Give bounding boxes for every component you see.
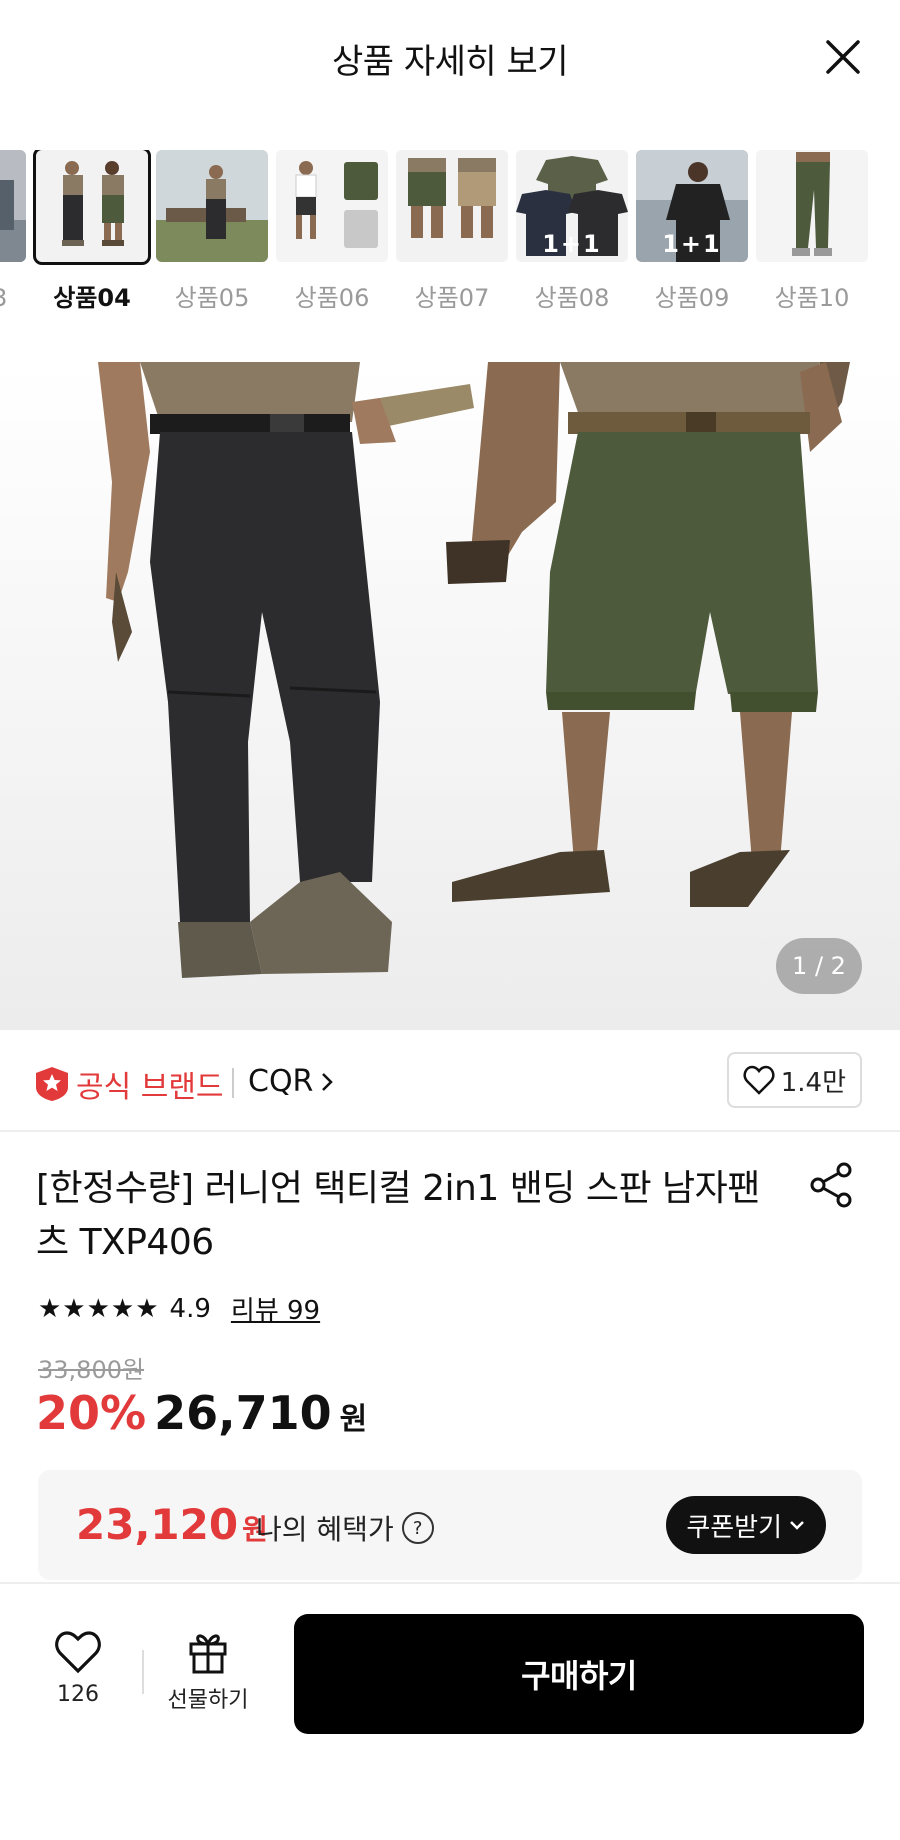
divider [232,1068,234,1098]
benefit-price-value: 23,120 [76,1500,239,1549]
product-thumbnail-image [156,150,268,262]
page-title: 상품 자세히 보기 [331,42,569,82]
price-row: 20% 26,710 원 [36,1386,367,1440]
original-price: 33,800원 [38,1356,145,1384]
thumbnail-strip: 상품03 상품04 상품05 상품06 [0,150,900,320]
benefit-price: 23,120 원 [76,1500,268,1549]
close-icon [826,40,860,74]
product-main-image[interactable]: 1 / 2 [0,362,900,1030]
thumbnail-label[interactable]: 상품10 [756,278,868,313]
product-thumbnail-image [0,150,26,262]
wishlist-count: 1.4만 [780,1067,846,1098]
product-thumbnail-image [756,150,868,262]
thumbnail-item[interactable] [276,150,388,262]
review-link[interactable]: 리뷰 99 [231,1290,320,1327]
bottom-action-bar: 126 선물하기 구매하기 [0,1590,900,1790]
currency-unit: 원 [339,1402,368,1437]
header: 상품 자세히 보기 [0,0,900,120]
product-thumbnail-image [396,150,508,262]
thumbnail-label[interactable]: 상품07 [396,278,508,313]
share-icon [810,1162,852,1208]
divider [0,1582,900,1584]
rating-row: ★★★★★ 4.9 리뷰 99 [38,1290,320,1327]
product-thumbnail-image [36,150,148,262]
image-pager: 1 / 2 [776,938,862,994]
one-plus-one-badge: 1+1 [662,230,722,258]
brand-link[interactable]: CQR [248,1064,335,1099]
help-icon[interactable]: ? [401,1512,434,1544]
thumbnail-label[interactable]: 상품05 [156,278,268,313]
gift-icon [189,1634,227,1674]
star-rating-icon: ★★★★★ [38,1293,160,1324]
discount-rate: 20% [36,1386,147,1440]
brand-row: 공식 브랜드 CQR 1.4만 [0,1030,900,1132]
official-brand-label: 공식 브랜드 [76,1070,224,1105]
thumbnail-label[interactable]: 상품08 [516,278,628,313]
heart-icon [743,1065,775,1095]
thumbnail-item[interactable] [756,150,868,262]
share-button[interactable] [808,1162,854,1208]
divider [142,1650,144,1694]
thumbnail-item[interactable]: 1+1 [516,150,628,262]
benefit-label-text: 나의 혜택가 [256,1513,394,1546]
sale-price: 26,710 [154,1386,332,1440]
benefit-label: 나의 혜택가 ? [256,1508,434,1548]
bottom-wishlist-button[interactable]: 126 [40,1630,116,1707]
thumbnail-item[interactable] [156,150,268,262]
thumbnail-label[interactable]: 상품03 [0,278,26,313]
chevron-right-icon [322,1072,334,1091]
thumbnail-label[interactable]: 상품09 [636,278,748,313]
rating-value: 4.9 [169,1293,211,1324]
product-thumbnail-image [276,150,388,262]
coupon-button[interactable]: 쿠폰받기 [666,1496,826,1554]
thumbnail-label[interactable]: 상품06 [276,278,388,313]
thumbnail-item-active[interactable] [33,150,151,265]
product-title: [한정수량] 러니언 택티컬 2in1 밴딩 스판 남자팬츠 TXP406 [36,1168,760,1263]
thumbnail-label[interactable]: 상품04 [36,278,148,313]
brand-name: CQR [248,1064,314,1099]
thumbnail-item[interactable] [396,150,508,262]
wishlist-button[interactable]: 1.4만 [726,1052,862,1108]
chevron-down-icon [790,1521,804,1530]
thumbnail-item[interactable]: 1+1 [636,150,748,262]
official-brand-badge: 공식 브랜드 [36,1062,224,1106]
bottom-wishlist-count: 126 [57,1682,99,1707]
thumbnail-item[interactable] [0,150,26,262]
product-photo [98,362,850,978]
heart-icon [55,1631,101,1674]
benefit-price-box: 23,120 원 나의 혜택가 ? 쿠폰받기 [38,1470,862,1580]
gift-button[interactable]: 선물하기 [160,1630,256,1714]
buy-button[interactable]: 구매하기 [294,1614,864,1734]
official-star-icon [36,1067,68,1101]
coupon-button-label: 쿠폰받기 [686,1512,782,1543]
close-button[interactable] [820,34,866,80]
one-plus-one-badge: 1+1 [542,230,602,258]
gift-button-label: 선물하기 [167,1688,249,1713]
